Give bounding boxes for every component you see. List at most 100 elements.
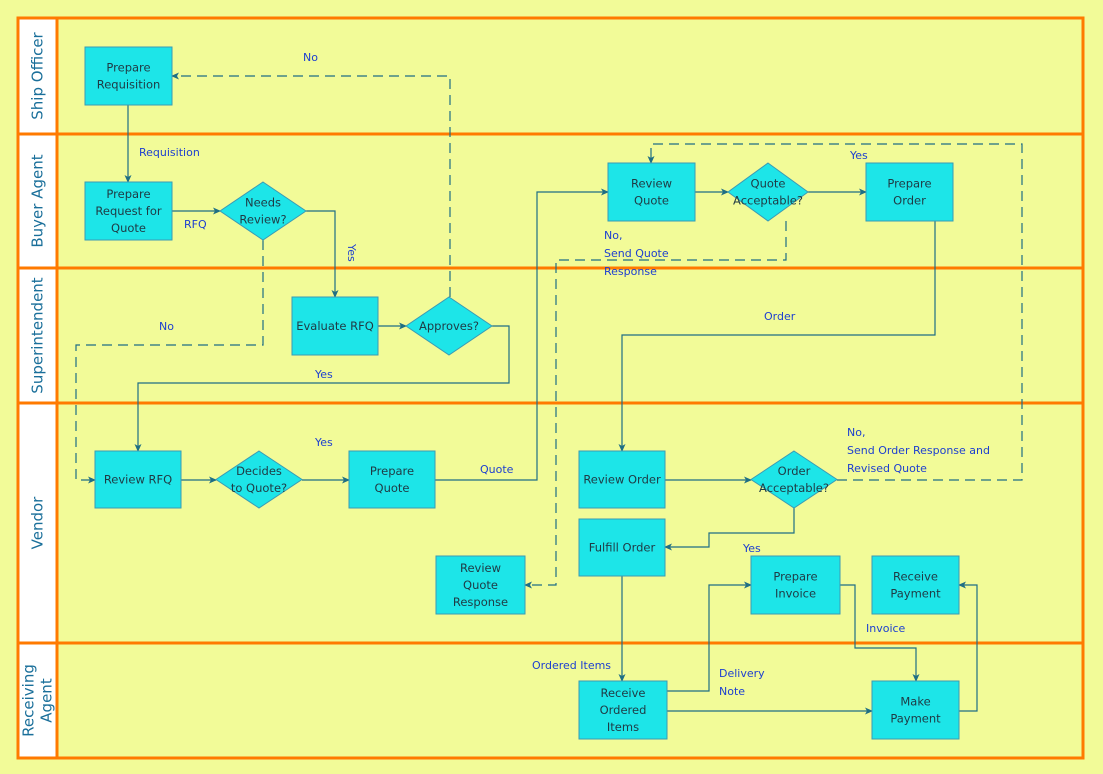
lane-title: Buyer Agent	[29, 154, 47, 247]
node-label: Fulfill Order	[589, 541, 656, 555]
node-label: Review?	[239, 213, 286, 227]
connector-approves-no[interactable]	[171, 72, 451, 297]
node-label: Quote	[111, 221, 146, 235]
connector-label: No	[303, 51, 318, 64]
node-label: Prepare	[106, 187, 150, 201]
node-prepare-quote[interactable]: Prepare Quote	[348, 450, 436, 509]
decision-shape	[750, 450, 838, 509]
connector-label-line: No,	[847, 426, 865, 439]
node-label: Order	[778, 464, 811, 478]
connector-line[interactable]	[618, 221, 936, 452]
node-quote-acceptable[interactable]: Quote Acceptable?	[727, 162, 809, 222]
node-review-rfq[interactable]: Review RFQ	[94, 450, 182, 509]
node-review-order[interactable]: Review Order	[578, 450, 666, 509]
node-label: Prepare	[370, 464, 414, 478]
node-receive-ordered-items[interactable]: Receive Ordered Items	[578, 680, 668, 740]
connector-label-line: No,	[604, 229, 622, 242]
node-label: Order	[893, 194, 926, 208]
node-label: Review	[631, 177, 672, 191]
decision-shape	[215, 450, 303, 509]
connector-label-line: Yes	[314, 436, 333, 449]
connector-label-line: Yes	[345, 243, 358, 262]
node-label: Make	[900, 695, 930, 709]
lane-title: Superintendent	[29, 277, 47, 393]
connector-label-line: Yes	[742, 542, 761, 555]
node-label: Prepare	[106, 61, 150, 75]
node-fulfill-order[interactable]: Fulfill Order	[578, 518, 666, 577]
node-label: Quote	[634, 194, 669, 208]
process-shape	[750, 555, 841, 615]
connector-label-line: No	[303, 51, 318, 64]
connector-label-line: Quote	[480, 463, 514, 476]
node-review-quote-response[interactable]: Review Quote Response	[435, 555, 526, 615]
node-label: Review RFQ	[104, 473, 172, 487]
connector-needs-review-no[interactable]	[75, 240, 264, 484]
process-shape	[871, 680, 960, 740]
node-label: Needs	[245, 196, 281, 210]
connector-payment[interactable]	[958, 581, 978, 712]
node-receive-payment[interactable]: Receive Payment	[871, 555, 960, 615]
connector-label-line: RFQ	[184, 218, 207, 231]
node-label: Quote	[463, 578, 498, 592]
connector-line[interactable]	[664, 508, 795, 551]
node-prepare-invoice[interactable]: Prepare Invoice	[750, 555, 841, 615]
connector-label-line: Order	[764, 310, 796, 323]
lane-title: Ship Officer	[29, 31, 47, 119]
connector-line[interactable]	[647, 143, 1023, 481]
node-label: Request for	[95, 204, 161, 218]
connector-line[interactable]	[75, 240, 264, 484]
node-prepare-requisition[interactable]: Prepare Requisition	[84, 46, 173, 106]
node-prepare-request-for-quote[interactable]: Prepare Request for Quote	[84, 181, 173, 241]
node-label: Evaluate RFQ	[296, 319, 374, 333]
node-evaluate-rfq[interactable]: Evaluate RFQ	[291, 296, 379, 356]
connector-label: No, Send Quote Response	[604, 229, 669, 278]
node-label: Requisition	[97, 78, 161, 92]
node-order-acceptable[interactable]: Order Acceptable?	[750, 450, 838, 509]
connector-needs-review-yes[interactable]	[306, 210, 339, 298]
node-label: Quote	[375, 481, 410, 495]
process-shape	[865, 162, 954, 222]
connector-label: Yes	[314, 436, 333, 449]
node-label: Prepare	[773, 570, 817, 584]
lane-ship-officer: Ship Officer	[16, 16, 1085, 136]
connector-label: RFQ	[184, 218, 207, 231]
connector-line[interactable]	[171, 72, 451, 297]
connector-label-line: Revised Quote	[847, 462, 927, 475]
node-needs-review[interactable]: Needs Review?	[219, 181, 307, 241]
process-shape	[871, 555, 960, 615]
node-label: Review	[460, 561, 501, 575]
connector-label: Invoice	[866, 622, 906, 635]
node-prepare-order[interactable]: Prepare Order	[865, 162, 954, 222]
node-review-quote[interactable]: Review Quote	[607, 162, 696, 222]
connector-order-acceptable-no[interactable]	[647, 143, 1023, 481]
connector-order-acceptable-yes[interactable]	[664, 508, 795, 551]
node-make-payment[interactable]: Make Payment	[871, 680, 960, 740]
lane-title-line: Superintendent	[29, 277, 47, 393]
connector-order[interactable]	[618, 221, 936, 452]
node-approves[interactable]: Approves?	[405, 296, 493, 356]
process-shape	[84, 46, 173, 106]
node-decides-to-quote[interactable]: Decides to Quote?	[215, 450, 303, 509]
lane-title-line: Ship Officer	[29, 31, 47, 119]
connector-label: Yes	[849, 149, 868, 162]
connector-line[interactable]	[958, 581, 978, 712]
node-label: Prepare	[887, 177, 931, 191]
connector-label-line: No	[159, 320, 174, 333]
node-label: to Quote?	[231, 481, 287, 495]
connector-label: Yes	[314, 368, 333, 381]
connector-label: No	[159, 320, 174, 333]
connector-label: Delivery Note	[719, 667, 765, 698]
connector-label-line: Yes	[849, 149, 868, 162]
node-label: Response	[453, 595, 508, 609]
connector-line[interactable]	[306, 210, 339, 298]
connector-label-line: Yes	[314, 368, 333, 381]
node-label: Payment	[890, 712, 941, 726]
node-label: Receive	[893, 570, 938, 584]
lane-border	[16, 16, 1085, 136]
connector-label-line: Response	[604, 265, 657, 278]
lane-title-line: Vendor	[29, 496, 47, 550]
connector-label-line: Invoice	[866, 622, 906, 635]
node-label: Acceptable?	[759, 481, 829, 495]
cross-functional-flowchart: Ship Officer Buyer Agent Superintendent Ven…	[16, 16, 1085, 760]
connector-label: Yes	[742, 542, 761, 555]
